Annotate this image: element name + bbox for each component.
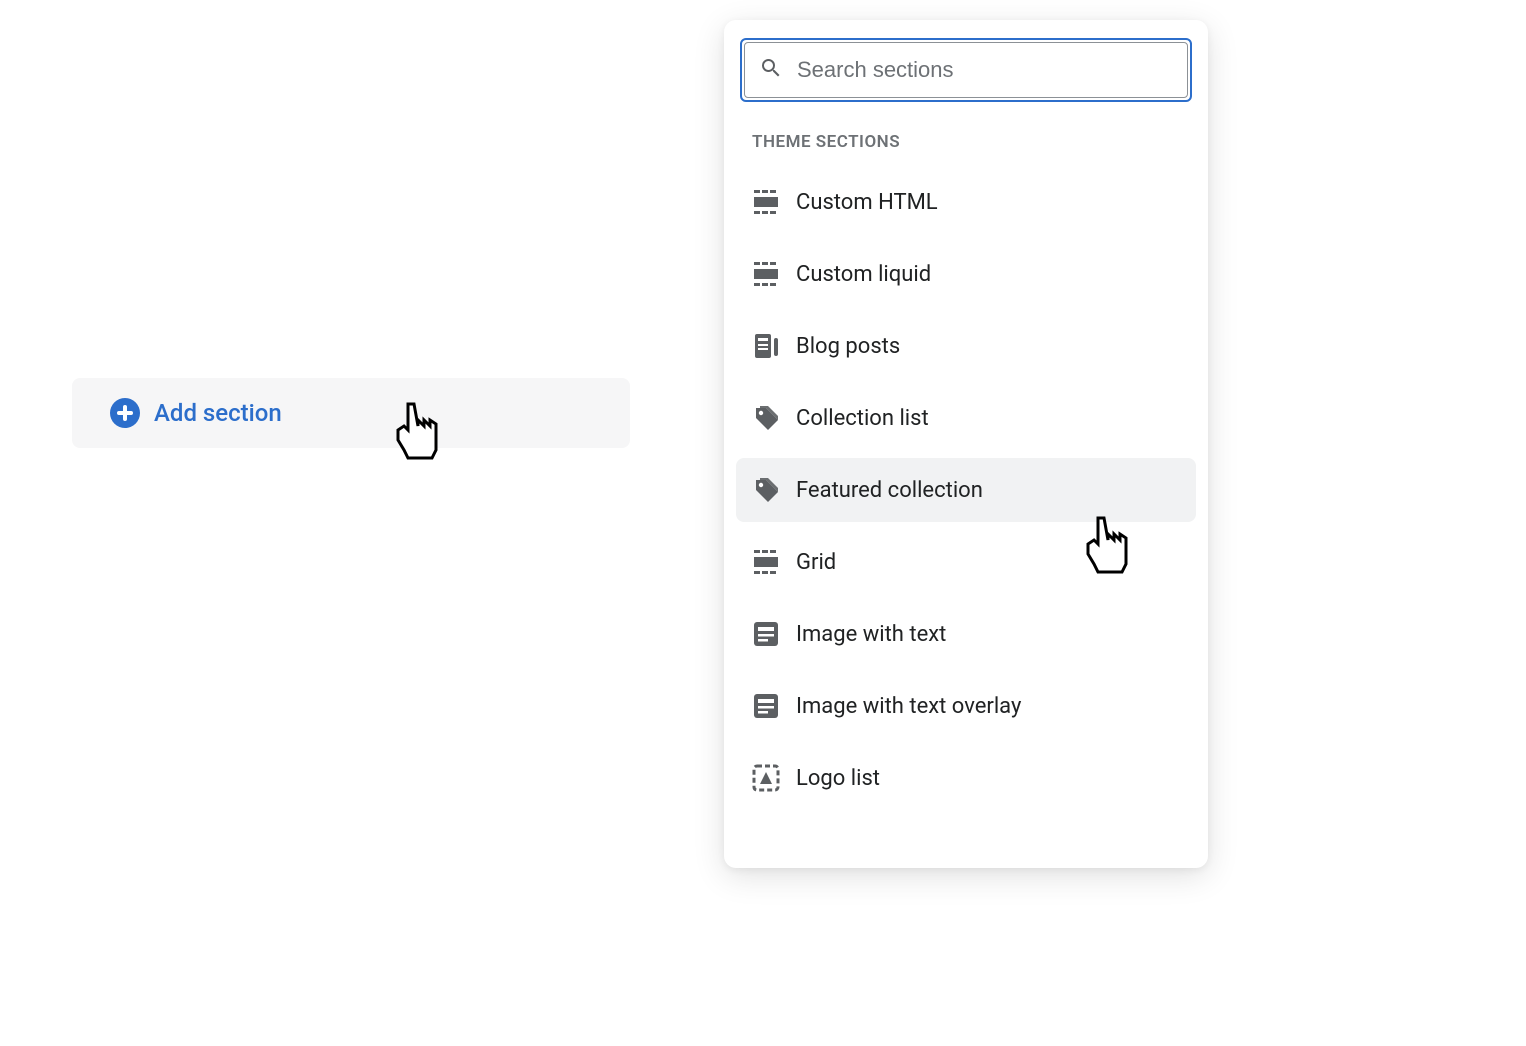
section-item-label: Custom liquid [796, 262, 931, 287]
logo-icon [752, 764, 780, 792]
search-field-wrapper[interactable] [740, 38, 1192, 102]
section-item[interactable]: Blog posts [736, 314, 1196, 378]
section-icon [752, 548, 780, 576]
plus-circle-icon [110, 398, 140, 428]
section-item-label: Image with text [796, 622, 946, 647]
section-item-label: Logo list [796, 766, 880, 791]
section-item[interactable]: Grid [736, 530, 1196, 594]
tag-icon [752, 404, 780, 432]
section-list: Custom HTML Custom liquid Blog posts Collec… [724, 170, 1208, 810]
section-item-label: Collection list [796, 406, 929, 431]
section-item-label: Custom HTML [796, 190, 938, 215]
add-section-label: Add section [154, 399, 282, 427]
section-item-label: Grid [796, 550, 836, 575]
section-item[interactable]: Image with text overlay [736, 674, 1196, 738]
section-item[interactable]: Custom HTML [736, 170, 1196, 234]
section-item-label: Blog posts [796, 334, 900, 359]
section-item-label: Featured collection [796, 478, 983, 503]
section-item[interactable]: Logo list [736, 746, 1196, 810]
add-section-button[interactable]: Add section [72, 378, 630, 448]
section-item[interactable]: Featured collection [736, 458, 1196, 522]
section-item[interactable]: Collection list [736, 386, 1196, 450]
blog-icon [752, 332, 780, 360]
sections-panel: THEME SECTIONS Custom HTML Custom liquid B… [724, 20, 1208, 868]
section-group-header: THEME SECTIONS [724, 102, 1208, 162]
section-item[interactable]: Image with text [736, 602, 1196, 666]
search-icon [759, 56, 783, 84]
tag-icon [752, 476, 780, 504]
text-icon [752, 620, 780, 648]
section-item-label: Image with text overlay [796, 694, 1021, 719]
section-icon [752, 188, 780, 216]
text-icon [752, 692, 780, 720]
section-icon [752, 260, 780, 288]
section-item[interactable]: Custom liquid [736, 242, 1196, 306]
search-input[interactable] [797, 57, 1173, 83]
